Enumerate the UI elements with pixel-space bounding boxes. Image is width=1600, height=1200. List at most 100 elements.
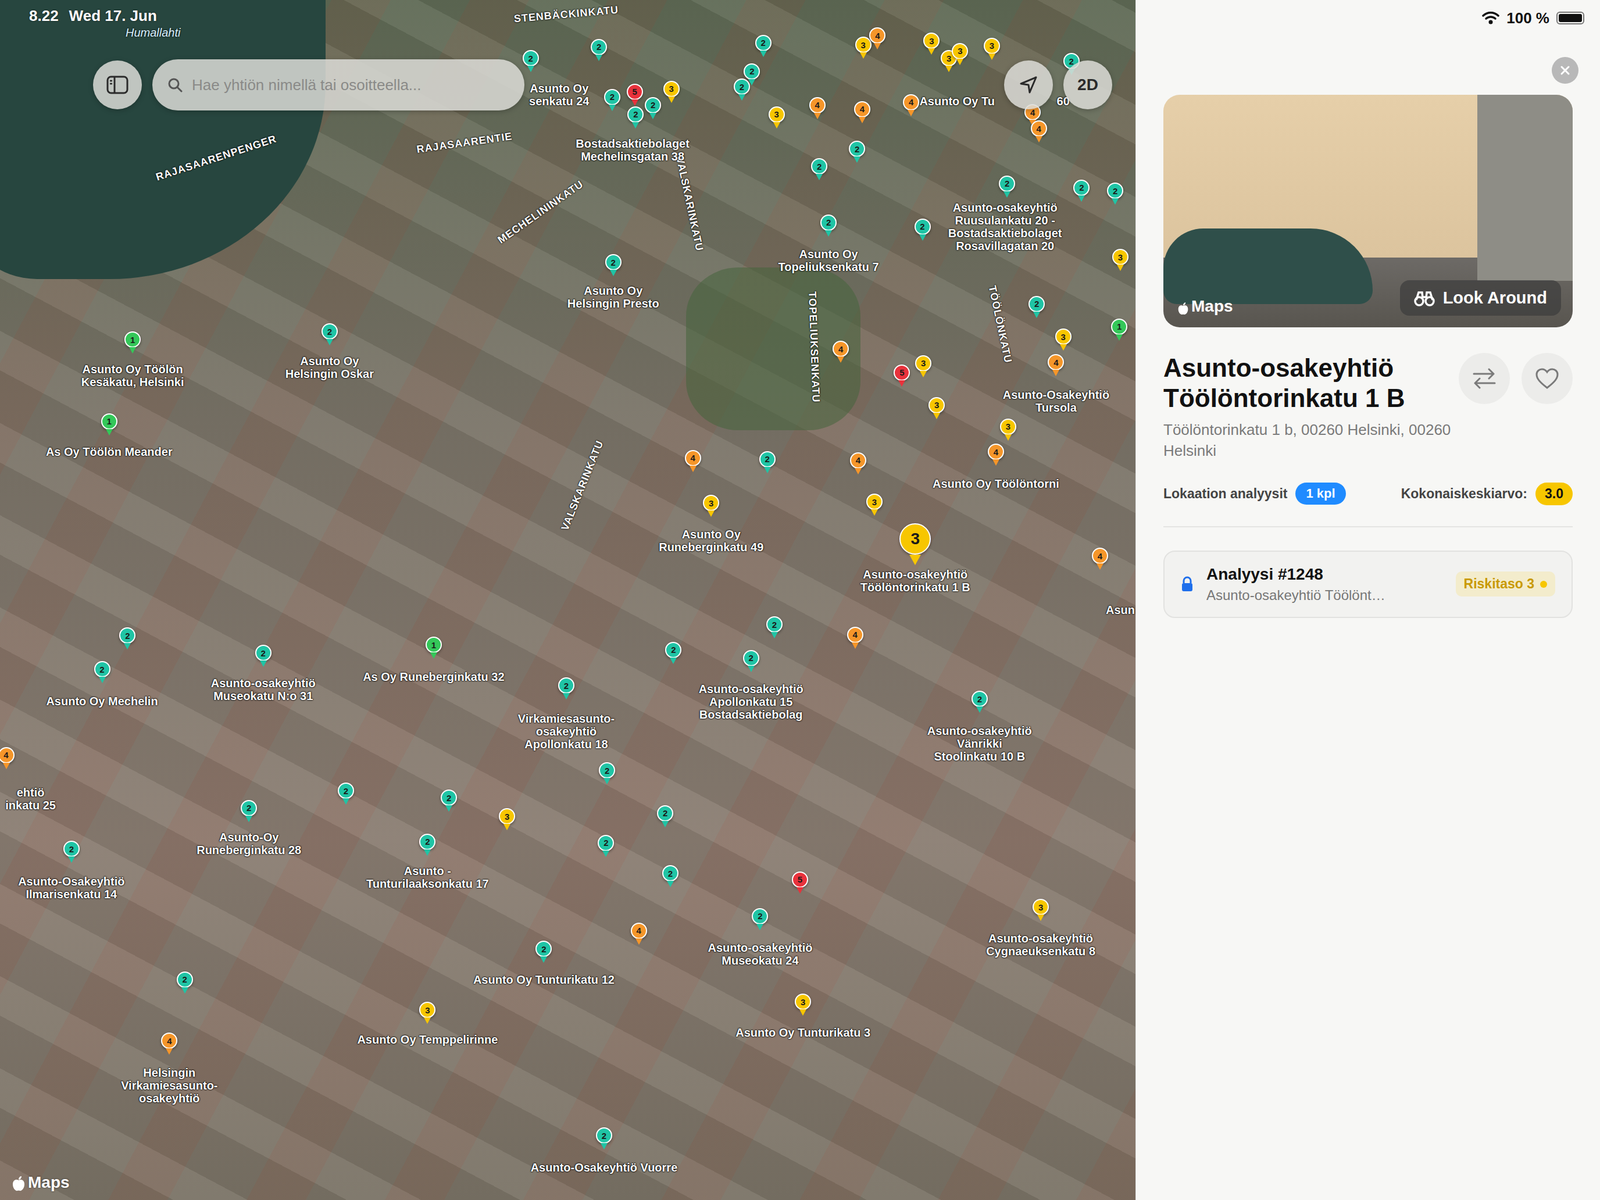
pin-label[interactable]: Asunto Oy Topeliuksenkatu 7 [778, 247, 880, 274]
map-pin[interactable]: 2 [751, 908, 769, 925]
map-pin[interactable]: 3 [915, 355, 932, 372]
map-pin[interactable]: 3 [663, 80, 680, 98]
map-pin[interactable]: 3 [1000, 418, 1017, 435]
map-pin[interactable]: 2 [337, 782, 355, 799]
map-pin[interactable]: 3 [1112, 248, 1129, 266]
pin-label[interactable]: Asunto Oy Temppelirinne [356, 1033, 498, 1046]
pin-label[interactable]: Helsingin Virkamiesasunto- osakeyhtiö [120, 1066, 218, 1105]
map-pin[interactable]: 4 [987, 443, 1005, 460]
map-pin[interactable]: 2 [1073, 179, 1090, 196]
map-pin[interactable]: 2 [820, 214, 837, 231]
analysis-card[interactable]: Analyysi #1248Asunto-osakeyhtiö Töölönt…… [1163, 550, 1573, 619]
pin-label[interactable]: Asun [1105, 603, 1135, 617]
map-pin[interactable]: 2 [604, 88, 621, 106]
map-pin[interactable]: 2 [811, 158, 828, 175]
map-pin[interactable]: 2 [914, 218, 931, 235]
pin-label[interactable]: Asunto Oy Helsingin Oskar [285, 354, 374, 381]
favorite-button[interactable] [1521, 352, 1573, 405]
map-pin[interactable]: 2 [605, 254, 622, 271]
pin-label[interactable]: Asunto-osakeyhtiö Vänrikki Stoolinkatu 1… [927, 724, 1032, 763]
pin-label[interactable]: Asunto Oy Töölön Kesäkatu, Helsinki [81, 362, 185, 389]
map-pin[interactable]: 1 [101, 413, 118, 430]
pin-label[interactable]: Asunto-Osakeyhtiö Vuorre [530, 1161, 678, 1174]
map-pin[interactable]: 4 [902, 94, 920, 111]
map-pin[interactable]: 2 [255, 644, 272, 662]
look-around-button[interactable]: Look Around [1400, 280, 1562, 316]
map-pin[interactable]: 4 [161, 1032, 178, 1049]
pin-label[interactable]: As Oy Töölön Meander [45, 445, 173, 459]
pin-label[interactable]: Asunto - Tunturilaaksonkatu 17 [366, 864, 489, 891]
pin-label[interactable]: Asunto Oy senkatu 24 [529, 81, 589, 108]
map-pin[interactable]: 2 [998, 175, 1016, 192]
map-pin[interactable]: 2 [971, 690, 988, 707]
map-pin[interactable]: 3 [498, 808, 516, 825]
pin-label[interactable]: Asunto-Oy Runeberginkatu 28 [196, 830, 302, 857]
map-pin[interactable]: 2 [240, 800, 257, 817]
pin-label[interactable]: Asunto Oy Mechelin [45, 694, 158, 708]
map-pin[interactable]: 2 [1028, 295, 1045, 313]
map-pin[interactable]: 2 [848, 140, 866, 157]
pin-label[interactable]: Asunto Oy Helsingin Presto [567, 284, 660, 310]
map-pin[interactable]: 4 [809, 97, 826, 114]
pin-label[interactable]: Asunto-Osakeyhtiö Ilmarisenkatu 14 [18, 875, 125, 901]
map-pin[interactable]: 3 [768, 106, 785, 123]
map-pin[interactable]: 4 [1030, 120, 1048, 137]
pin-label[interactable]: Asunto Oy Tu [919, 94, 995, 108]
map-pin[interactable]: 2 [656, 805, 674, 822]
pin-label[interactable]: Asunto-osakeyhtiö Museokatu 24 [707, 941, 813, 967]
pin-label[interactable]: ehtiö inkatu 25 [5, 786, 56, 812]
map-pin[interactable]: 2 [558, 677, 575, 694]
map-pin[interactable]: 2 [440, 789, 457, 806]
map-pin[interactable]: 3 [928, 397, 945, 414]
map-pin[interactable]: 3 [855, 36, 872, 53]
map-pin[interactable]: 2 [759, 451, 776, 468]
map-pin[interactable]: 2 [662, 865, 679, 882]
map-pin[interactable]: 2 [522, 50, 539, 67]
map-pin[interactable]: 4 [850, 452, 867, 469]
map-pin[interactable]: 2 [743, 63, 760, 80]
map-pin[interactable]: 4 [0, 747, 15, 764]
map-pin[interactable]: 4 [630, 922, 648, 939]
search-field[interactable]: Hae yhtiön nimellä tai osoitteella... [152, 59, 525, 111]
map-pin[interactable]: 5 [791, 871, 809, 888]
map-pin[interactable]: 2 [119, 627, 136, 644]
compare-button[interactable] [1458, 352, 1510, 405]
map-pin[interactable]: 3 [923, 32, 940, 49]
map-pin[interactable]: 3 [794, 993, 812, 1010]
pin-label[interactable]: Asunto-osakeyhtiö Apollonkatu 15 Bostads… [698, 682, 804, 721]
map-pin[interactable]: 2 [665, 641, 682, 659]
pin-label[interactable]: Asunto Oy Tunturikatu 12 [473, 973, 615, 987]
sidebar-button[interactable] [93, 60, 142, 110]
map-pin[interactable]: 1 [1111, 318, 1128, 335]
map-pin[interactable]: 4 [1091, 547, 1109, 564]
map-pin[interactable]: 2 [755, 34, 772, 52]
map-pin[interactable]: 3 [866, 493, 883, 510]
pin-label[interactable]: Asunto Oy Töölöntorni [932, 477, 1060, 491]
map-pin[interactable]: 3 [899, 523, 931, 555]
map-pin[interactable]: 2 [595, 1127, 613, 1144]
map-pin[interactable]: 2 [176, 971, 194, 988]
map-pin[interactable]: 3 [1055, 328, 1072, 345]
pin-label[interactable]: Virkamiesasunto- osakeyhtiö Apollonkatu … [518, 712, 615, 751]
pin-label[interactable]: Asunto-osakeyhtiö Museokatu N:o 31 [211, 676, 316, 703]
map-pin[interactable]: 4 [847, 626, 864, 644]
map-pin[interactable]: 2 [419, 833, 436, 850]
map-pin[interactable]: 4 [684, 450, 702, 467]
map-pin[interactable]: 4 [869, 27, 886, 44]
view-mode-button[interactable]: 2D [1063, 60, 1113, 110]
pin-label[interactable]: Asunto-Osakeyhtiö Tursola [1002, 388, 1110, 414]
map-pin[interactable]: 2 [766, 616, 783, 633]
map-pin[interactable]: 2 [743, 650, 760, 667]
pin-label[interactable]: Asunto-osakeyhtiö Ruusulankatu 20 - Bost… [948, 201, 1063, 253]
pin-label[interactable]: Asunto Oy Runeberginkatu 49 [658, 527, 764, 554]
map-pin[interactable]: 2 [63, 840, 80, 857]
map-pin[interactable]: 2 [94, 661, 111, 678]
map-pin[interactable]: 3 [951, 43, 969, 60]
map-pin[interactable]: 2 [597, 834, 614, 852]
pin-label[interactable]: Bostadsaktiebolaget Mechelinsgatan 38 [575, 137, 690, 163]
map-pin[interactable]: 4 [1047, 354, 1064, 371]
pin-label[interactable]: Asunto-osakeyhtiö Cygnaeuksenkatu 8 [986, 931, 1096, 958]
map-pin[interactable]: 1 [425, 636, 442, 653]
map-pin[interactable]: 5 [626, 83, 644, 100]
pin-label[interactable]: Asunto-osakeyhtiö Töölöntorinkatu 1 B [860, 568, 971, 594]
